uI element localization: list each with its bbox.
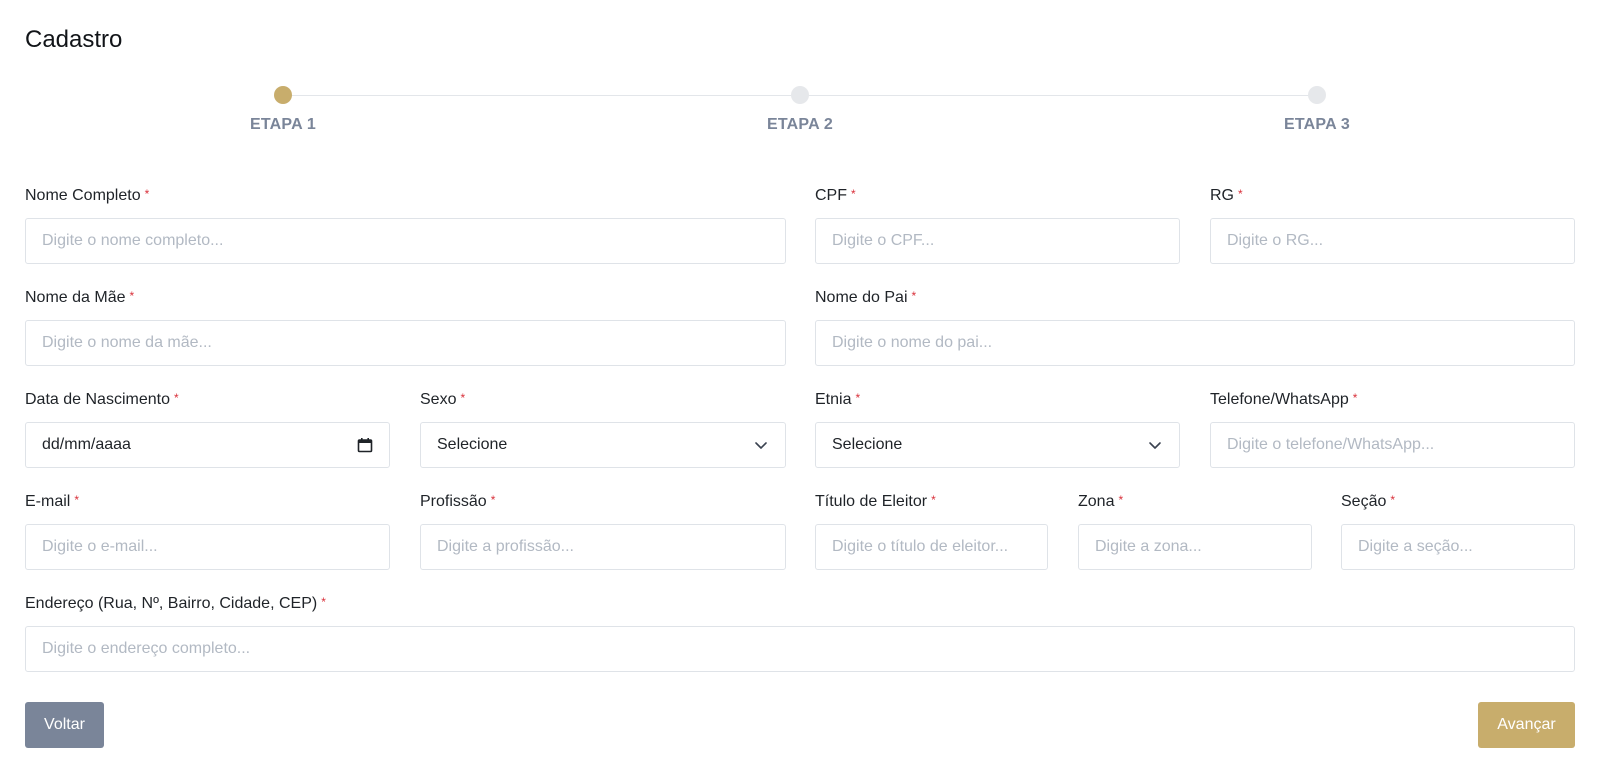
nome-completo-placeholder: Digite o nome completo... <box>42 232 224 249</box>
step-1-dot <box>274 86 292 104</box>
required-marker: * <box>129 289 135 303</box>
step-3-label: ETAPA 3 <box>1283 116 1350 133</box>
field-email: E-mail * Digite o e-mail... <box>25 490 390 570</box>
required-marker: * <box>321 595 326 609</box>
field-cpf: CPF * Digite o CPF... <box>815 184 1180 264</box>
back-button[interactable]: Voltar <box>25 702 104 748</box>
endereco-input[interactable]: Digite o endereço completo... <box>25 626 1575 672</box>
rg-input[interactable]: Digite o RG... <box>1210 218 1575 264</box>
profissao-input[interactable]: Digite a profissão... <box>420 524 786 570</box>
titulo-eleitor-label: Título de Eleitor * <box>815 493 936 510</box>
data-nascimento-input[interactable]: dd/mm/aaaa <box>25 422 390 468</box>
step-1[interactable]: ETAPA 1 <box>223 84 343 134</box>
nome-completo-label: Nome Completo * <box>25 187 150 204</box>
titulo-eleitor-placeholder: Digite o título de eleitor... <box>832 538 1009 555</box>
required-marker: * <box>851 187 856 201</box>
required-marker: * <box>855 391 861 405</box>
rg-label: RG * <box>1210 187 1243 204</box>
profissao-placeholder: Digite a profissão... <box>437 538 574 555</box>
step-3[interactable]: ETAPA 3 <box>1257 84 1377 134</box>
data-nascimento-value: dd/mm/aaaa <box>42 436 131 453</box>
cpf-placeholder: Digite o CPF... <box>832 232 935 249</box>
field-rg: RG * Digite o RG... <box>1210 184 1575 264</box>
zona-label: Zona * <box>1078 493 1124 510</box>
required-marker: * <box>1390 493 1396 507</box>
nome-mae-label: Nome da Mãe * <box>25 289 135 306</box>
sexo-label: Sexo * <box>420 391 466 408</box>
field-zona: Zona * Digite a zona... <box>1078 490 1312 570</box>
step-2-dot <box>791 86 809 104</box>
field-telefone: Telefone/WhatsApp * Digite o telefone/Wha… <box>1210 388 1575 468</box>
field-titulo-eleitor: Título de Eleitor * Digite o título de el… <box>815 490 1048 570</box>
secao-label: Seção * <box>1341 493 1396 510</box>
calendar-icon[interactable] <box>357 437 373 453</box>
page-title: Cadastro <box>25 26 123 53</box>
titulo-eleitor-input[interactable]: Digite o título de eleitor... <box>815 524 1048 570</box>
required-marker: * <box>1352 391 1358 405</box>
email-input[interactable]: Digite o e-mail... <box>25 524 390 570</box>
sexo-select[interactable]: Selecione <box>420 422 786 468</box>
etnia-label: Etnia * <box>815 391 861 408</box>
chevron-down-icon <box>753 437 769 453</box>
nome-mae-placeholder: Digite o nome da mãe... <box>42 334 212 351</box>
nome-pai-label: Nome do Pai * <box>815 289 917 306</box>
secao-placeholder: Digite a seção... <box>1358 538 1473 555</box>
nome-completo-input[interactable]: Digite o nome completo... <box>25 218 786 264</box>
email-label: E-mail * <box>25 493 80 510</box>
field-profissao: Profissão * Digite a profissão... <box>420 490 786 570</box>
telefone-placeholder: Digite o telefone/WhatsApp... <box>1227 436 1435 453</box>
required-marker: * <box>173 391 179 405</box>
endereco-label: Endereço (Rua, Nº, Bairro, Cidade, CEP) * <box>25 595 326 612</box>
telefone-input[interactable]: Digite o telefone/WhatsApp... <box>1210 422 1575 468</box>
cpf-input[interactable]: Digite o CPF... <box>815 218 1180 264</box>
etnia-select[interactable]: Selecione <box>815 422 1180 468</box>
zona-input[interactable]: Digite a zona... <box>1078 524 1312 570</box>
field-nome-mae: Nome da Mãe * Digite o nome da mãe... <box>25 286 786 366</box>
step-2-label: ETAPA 2 <box>766 116 833 133</box>
required-marker: * <box>1238 187 1243 201</box>
required-marker: * <box>460 391 466 405</box>
required-marker: * <box>931 493 936 507</box>
endereco-placeholder: Digite o endereço completo... <box>42 640 251 657</box>
required-marker: * <box>1118 493 1124 507</box>
field-nome-pai: Nome do Pai * Digite o nome do pai... <box>815 286 1575 366</box>
chevron-down-icon <box>1147 437 1163 453</box>
nome-mae-input[interactable]: Digite o nome da mãe... <box>25 320 786 366</box>
required-marker: * <box>911 289 917 303</box>
nome-pai-input[interactable]: Digite o nome do pai... <box>815 320 1575 366</box>
step-1-label: ETAPA 1 <box>249 116 316 133</box>
field-endereco: Endereço (Rua, Nº, Bairro, Cidade, CEP) *… <box>25 592 1575 672</box>
step-2[interactable]: ETAPA 2 <box>740 84 860 134</box>
field-sexo: Sexo * Selecione <box>420 388 786 468</box>
stepper: ETAPA 1 ETAPA 2 ETAPA 3 <box>0 84 1600 144</box>
sexo-selected-value: Selecione <box>437 436 508 453</box>
rg-placeholder: Digite o RG... <box>1227 232 1324 249</box>
step-3-dot <box>1308 86 1326 104</box>
telefone-label: Telefone/WhatsApp * <box>1210 391 1358 408</box>
secao-input[interactable]: Digite a seção... <box>1341 524 1575 570</box>
required-marker: * <box>144 187 150 201</box>
required-marker: * <box>490 493 496 507</box>
nome-pai-placeholder: Digite o nome do pai... <box>832 334 993 351</box>
email-placeholder: Digite o e-mail... <box>42 538 158 555</box>
profissao-label: Profissão * <box>420 493 496 510</box>
cpf-label: CPF * <box>815 187 856 204</box>
field-secao: Seção * Digite a seção... <box>1341 490 1575 570</box>
field-data-nascimento: Data de Nascimento * dd/mm/aaaa <box>25 388 390 468</box>
data-nascimento-label: Data de Nascimento * <box>25 391 179 408</box>
field-etnia: Etnia * Selecione <box>815 388 1180 468</box>
required-marker: * <box>74 493 80 507</box>
next-button[interactable]: Avançar <box>1478 702 1575 748</box>
zona-placeholder: Digite a zona... <box>1095 538 1202 555</box>
etnia-selected-value: Selecione <box>832 436 903 453</box>
field-nome-completo: Nome Completo * Digite o nome completo... <box>25 184 786 264</box>
